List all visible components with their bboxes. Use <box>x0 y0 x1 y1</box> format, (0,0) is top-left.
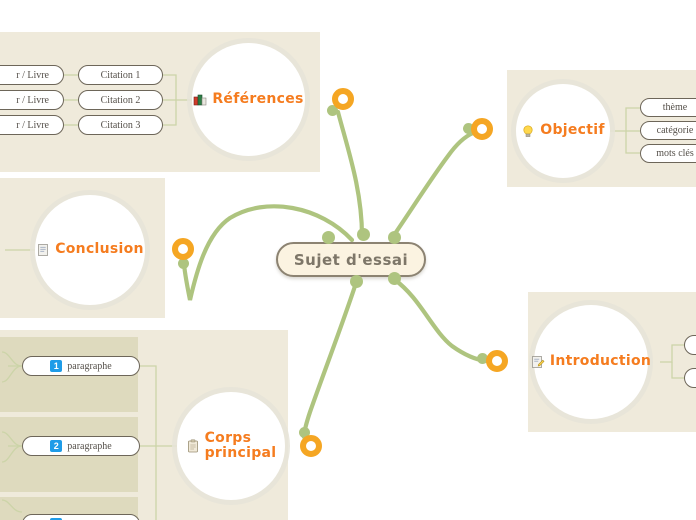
edge-to-introduction <box>392 277 489 364</box>
pill-paragraphe-2-label: paragraphe <box>67 440 112 452</box>
topic-conclusion[interactable]: Conclusion <box>35 195 145 305</box>
topic-conclusion-label: Conclusion <box>55 241 144 258</box>
pill-paragraphe-2[interactable]: 2 paragraphe <box>22 436 140 456</box>
pill-paragraphe-1[interactable]: 1 paragraphe <box>22 356 140 376</box>
branch-ring-references[interactable] <box>332 88 354 110</box>
pill-auteur-livre-2-label: r / Livre <box>16 94 49 106</box>
topic-objectif-label: Objectif <box>540 122 605 139</box>
topic-introduction-label: Introduction <box>549 353 652 370</box>
pill-citation-3[interactable]: Citation 3 <box>78 115 163 135</box>
pill-auteur-livre-3-label: r / Livre <box>16 119 49 131</box>
branch-ring-corps-principal[interactable] <box>300 435 322 457</box>
lightbulb-icon <box>521 124 535 138</box>
edge-to-references <box>335 109 365 239</box>
branch-ring-introduction[interactable] <box>486 350 508 372</box>
clipboard-icon <box>186 439 200 453</box>
document-icon <box>36 243 50 257</box>
pill-citation-2-label: Citation 2 <box>100 94 141 106</box>
pill-auteur-livre-1[interactable]: r / Livre <box>0 65 64 85</box>
mindmap-canvas[interactable]: Sujet d'essai Références Citation 1 Cita… <box>0 0 696 520</box>
edge-to-corps-principal <box>301 280 359 440</box>
pill-mots-cles-label: mots clés <box>656 148 694 159</box>
topic-references-label: Références <box>212 90 304 107</box>
topic-corps-principal[interactable]: Corps principal <box>177 392 285 500</box>
pill-auteur-livre-2[interactable]: r / Livre <box>0 90 64 110</box>
topic-corps-principal-label: Corps principal <box>204 429 277 461</box>
pill-citation-2[interactable]: Citation 2 <box>78 90 163 110</box>
pill-theme[interactable]: thème <box>640 98 696 117</box>
pill-categorie[interactable]: catégorie <box>640 121 696 140</box>
pill-paragraphe-2-number: 2 <box>50 440 63 452</box>
pill-auteur-livre-1-label: r / Livre <box>16 69 49 81</box>
pill-paragraphe-1-number: 1 <box>50 360 63 372</box>
center-dot-bottom-right <box>388 272 401 285</box>
topic-references[interactable]: Références <box>192 43 305 156</box>
books-icon <box>193 92 207 106</box>
center-dot-bottom-left <box>350 275 363 288</box>
edge-to-objectif <box>389 130 476 241</box>
topic-introduction[interactable]: Introduction <box>531 305 652 419</box>
pill-paragraphe-1-label: paragraphe <box>67 360 112 372</box>
topic-objectif[interactable]: Objectif <box>516 84 610 178</box>
pill-theme-label: thème <box>662 102 688 113</box>
note-pencil-icon <box>531 355 545 369</box>
pill-citation-3-label: Citation 3 <box>100 119 141 131</box>
center-dot-top-right <box>388 231 401 244</box>
pill-paragraphe-3[interactable]: 3 paragraphe <box>22 514 140 520</box>
center-dot-top-mid <box>357 228 370 241</box>
pill-auteur-livre-3[interactable]: r / Livre <box>0 115 64 135</box>
pill-categorie-label: catégorie <box>656 125 694 136</box>
center-dot-top-left <box>322 231 335 244</box>
pill-mots-cles[interactable]: mots clés <box>640 144 696 163</box>
branch-ring-objectif[interactable] <box>471 118 493 140</box>
pill-citation-1-label: Citation 1 <box>100 69 141 81</box>
center-node[interactable]: Sujet d'essai <box>276 242 426 277</box>
center-node-label: Sujet d'essai <box>293 250 409 269</box>
pill-citation-1[interactable]: Citation 1 <box>78 65 163 85</box>
branch-ring-conclusion[interactable] <box>172 238 194 260</box>
